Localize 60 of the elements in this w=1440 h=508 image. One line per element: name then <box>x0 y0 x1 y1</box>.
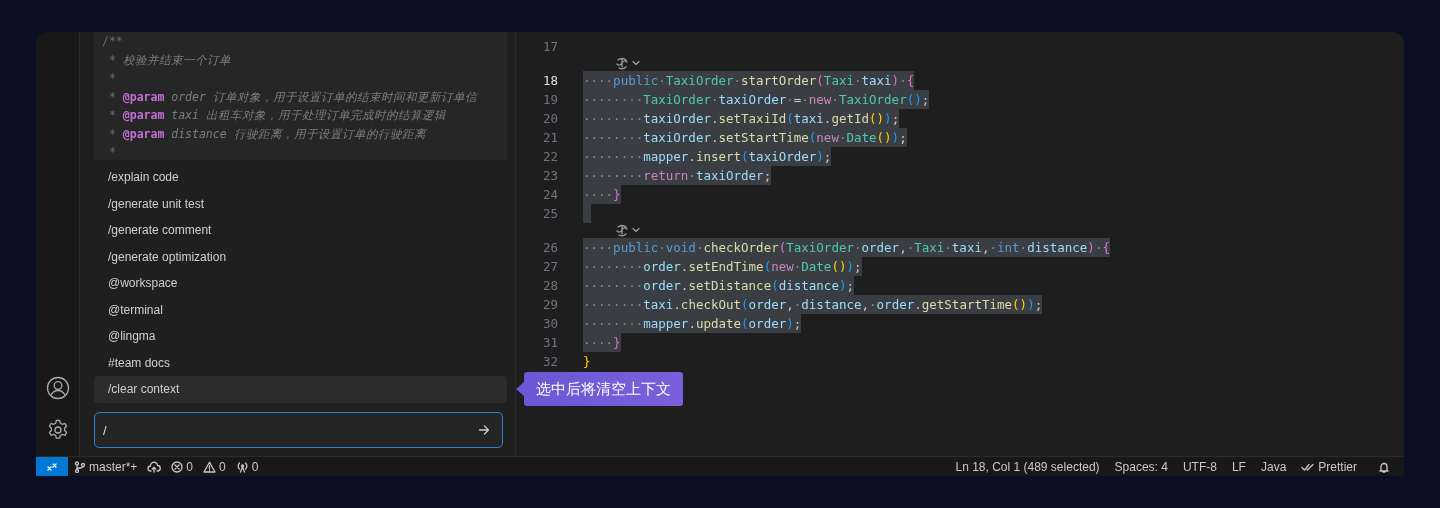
line-number: 23 <box>541 166 558 185</box>
command-item[interactable]: @workspace <box>94 270 507 297</box>
comment-line: * 校验并结束一个订单 <box>107 51 231 69</box>
line-number: 18 <box>541 71 558 90</box>
arrow-right-icon <box>478 424 490 436</box>
command-item[interactable]: #team docs <box>94 349 507 376</box>
status-text[interactable]: Java <box>1260 460 1287 474</box>
account-icon[interactable] <box>45 376 70 400</box>
status-text[interactable]: UTF-8 <box>1182 460 1217 474</box>
line-number: 17 <box>541 37 558 56</box>
status-text[interactable]: 0 <box>186 460 194 474</box>
line-number: 28 <box>541 276 558 295</box>
tooltip: 选中后将清空上下文 <box>524 372 683 406</box>
command-item[interactable]: /generate optimization <box>94 243 507 270</box>
bell-icon[interactable] <box>1378 461 1390 473</box>
chevron-down-icon[interactable] <box>631 58 641 68</box>
antenna-icon[interactable] <box>235 461 249 473</box>
remote-icon <box>46 461 58 473</box>
line-number: 19 <box>541 90 558 109</box>
error-icon[interactable] <box>171 461 184 473</box>
chat-input-field[interactable]: / <box>94 412 503 448</box>
status-text[interactable]: 0 <box>219 460 226 474</box>
line-number: 26 <box>541 238 558 257</box>
comment-line: /** <box>102 33 123 50</box>
warning-icon[interactable] <box>203 461 217 473</box>
command-item[interactable]: /clear context <box>94 376 507 403</box>
line-number: 30 <box>541 314 558 333</box>
line-number: 25 <box>541 204 558 223</box>
command-item[interactable]: @terminal <box>94 296 507 323</box>
line-number: 21 <box>541 128 558 147</box>
command-item[interactable]: @lingma <box>94 323 507 350</box>
line-number: 22 <box>541 147 558 166</box>
swirl-icon[interactable] <box>615 56 629 70</box>
cloud-upload-icon[interactable] <box>147 461 162 473</box>
remote-button[interactable] <box>36 457 68 476</box>
command-item[interactable]: /generate unit test <box>94 190 507 217</box>
double-check-icon[interactable] <box>1301 461 1316 473</box>
comment-line: * @param order 订单对象，用于设置订单的结束时间和更新订单信 <box>107 88 477 106</box>
comment-line: * <box>107 70 116 87</box>
code-line: } <box>583 352 591 371</box>
comment-line: * @param taxi 出租车对象，用于处理订单完成时的结算逻辑 <box>107 107 446 124</box>
comment-line: * <box>107 144 116 160</box>
line-number: 29 <box>541 295 558 314</box>
line-number: 24 <box>541 185 558 204</box>
swirl-icon[interactable] <box>615 223 629 237</box>
command-item[interactable]: /explain code <box>94 164 507 191</box>
command-item[interactable]: /generate comment <box>94 217 507 244</box>
line-number: 27 <box>541 257 558 276</box>
line-number: 20 <box>541 109 558 128</box>
status-text[interactable]: 0 <box>251 460 259 474</box>
branch-icon[interactable] <box>74 461 86 473</box>
status-text[interactable]: master*+ <box>89 460 138 474</box>
status-text[interactable]: Prettier <box>1318 460 1357 474</box>
status-text[interactable]: LF <box>1231 460 1246 474</box>
line-number: 32 <box>541 352 558 371</box>
line-number: 31 <box>541 333 558 352</box>
status-text[interactable]: Spaces: 4 <box>1114 460 1168 474</box>
status-text[interactable]: Ln 18, Col 1 (489 selected) <box>955 460 1100 474</box>
chevron-down-icon[interactable] <box>631 225 641 235</box>
comment-line: * @param distance 行驶距离，用于设置订单的行驶距离 <box>107 125 426 143</box>
